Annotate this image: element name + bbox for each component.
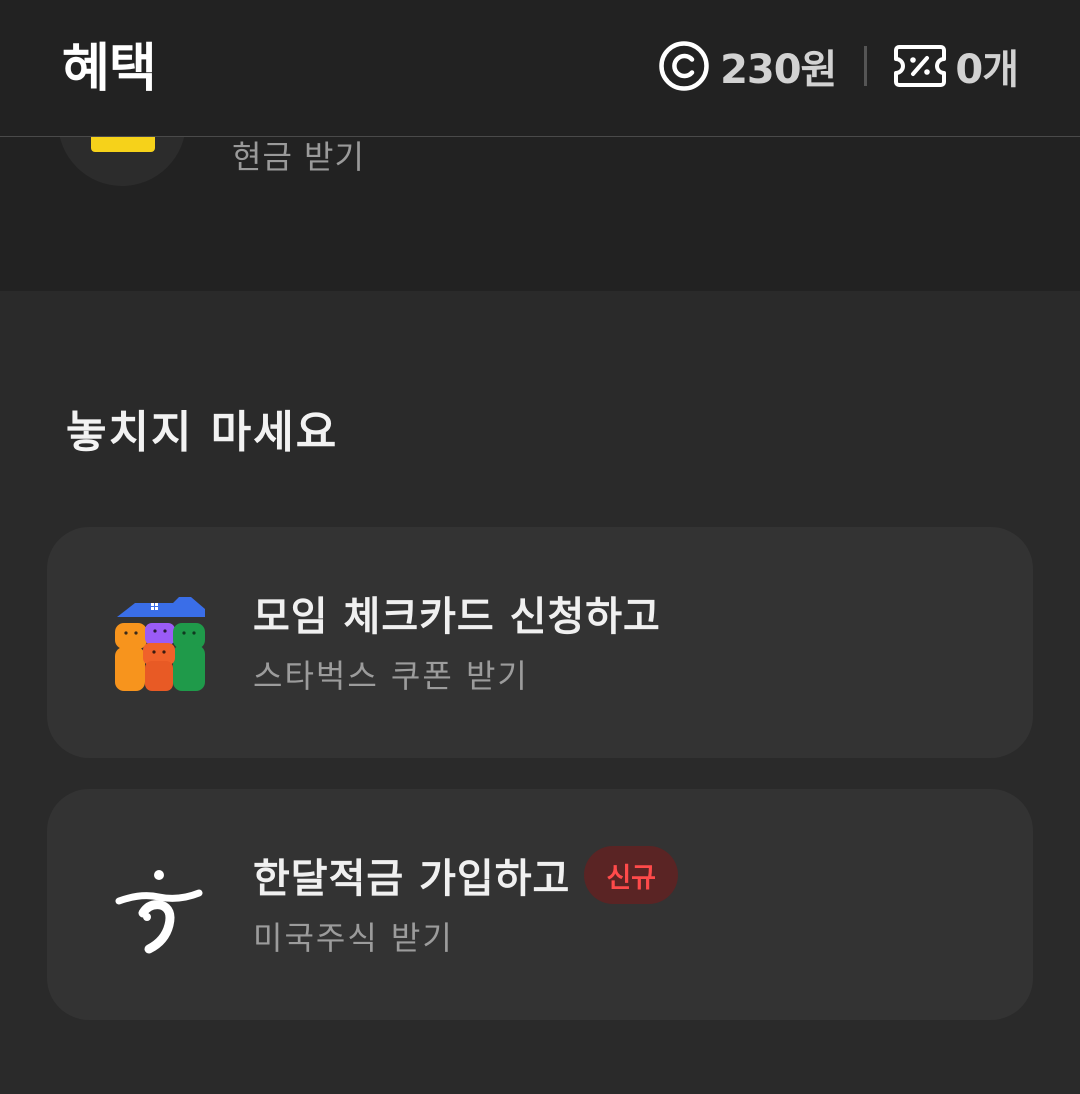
moim-card-benefit-card[interactable]: 모임 체크카드 신청하고 스타벅스 쿠폰 받기 (47, 527, 1033, 758)
coupon-ticket-icon (894, 45, 947, 87)
card-title-row: 한달적금 가입하고 신규 (253, 845, 679, 905)
new-badge: 신규 (584, 846, 679, 904)
hana-bank-logo-icon (115, 870, 203, 954)
benefits-screen: 현금 받기 혜택 230원 0개 놓치지 마세요 모임 체크카드 신청하고 스타… (0, 0, 1080, 1094)
coupon-count: 0개 (955, 47, 1019, 93)
card-subtitle: 스타벅스 쿠폰 받기 (253, 657, 529, 695)
moim-card-icon (115, 597, 205, 691)
page-title: 혜택 (62, 39, 157, 99)
copyright-points-icon (659, 41, 709, 91)
coupon-button[interactable]: 0개 (893, 37, 1019, 95)
card-title: 모임 체크카드 신청하고 (253, 594, 661, 640)
points-value: 230원 (720, 47, 837, 93)
points-button[interactable]: 230원 (658, 37, 837, 95)
card-subtitle: 미국주식 받기 (253, 919, 454, 957)
top-benefit-subtitle[interactable]: 현금 받기 (232, 132, 365, 178)
header-right-group: 230원 0개 (658, 37, 1019, 95)
section-title: 놓치지 마세요 (66, 407, 339, 458)
monthly-savings-benefit-card[interactable]: 한달적금 가입하고 신규 미국주식 받기 (47, 789, 1033, 1020)
header-divider (864, 46, 868, 86)
card-title: 한달적금 가입하고 (253, 856, 571, 902)
app-header: 혜택 230원 0개 (0, 0, 1080, 137)
card-title-row: 모임 체크카드 신청하고 (253, 583, 661, 643)
